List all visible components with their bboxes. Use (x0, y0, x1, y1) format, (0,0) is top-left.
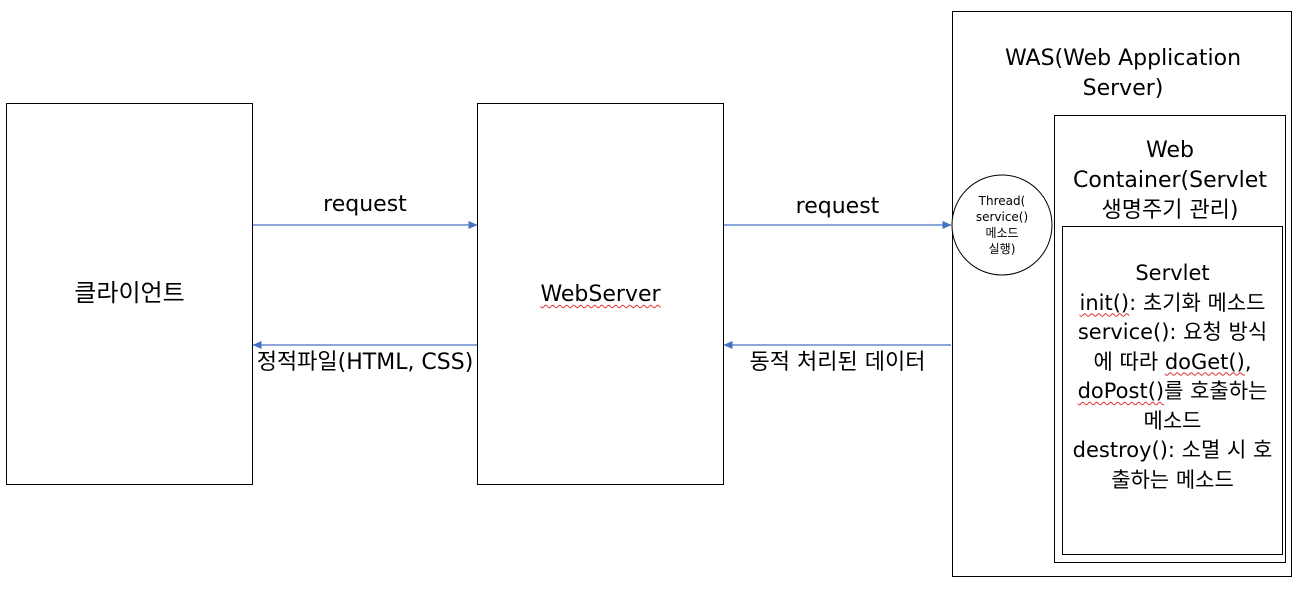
edge-label-static-files: 정적파일(HTML, CSS) (256, 350, 474, 375)
edge-label-dynamic-data: 동적 처리된 데이터 (749, 350, 926, 375)
thread-line-2: service() (975, 210, 1029, 224)
thread-line-3: 메소드 (985, 226, 1019, 240)
thread-line-1: Thread( (978, 194, 1026, 208)
diagram-connectors (252, 174, 1053, 349)
thread-line-4: 실행) (988, 242, 1016, 256)
edge-label-request-2: request (795, 194, 880, 219)
edge-label-request-1: request (323, 192, 407, 217)
thread-label: Thread( service() 메소드 실행) (962, 193, 1042, 257)
